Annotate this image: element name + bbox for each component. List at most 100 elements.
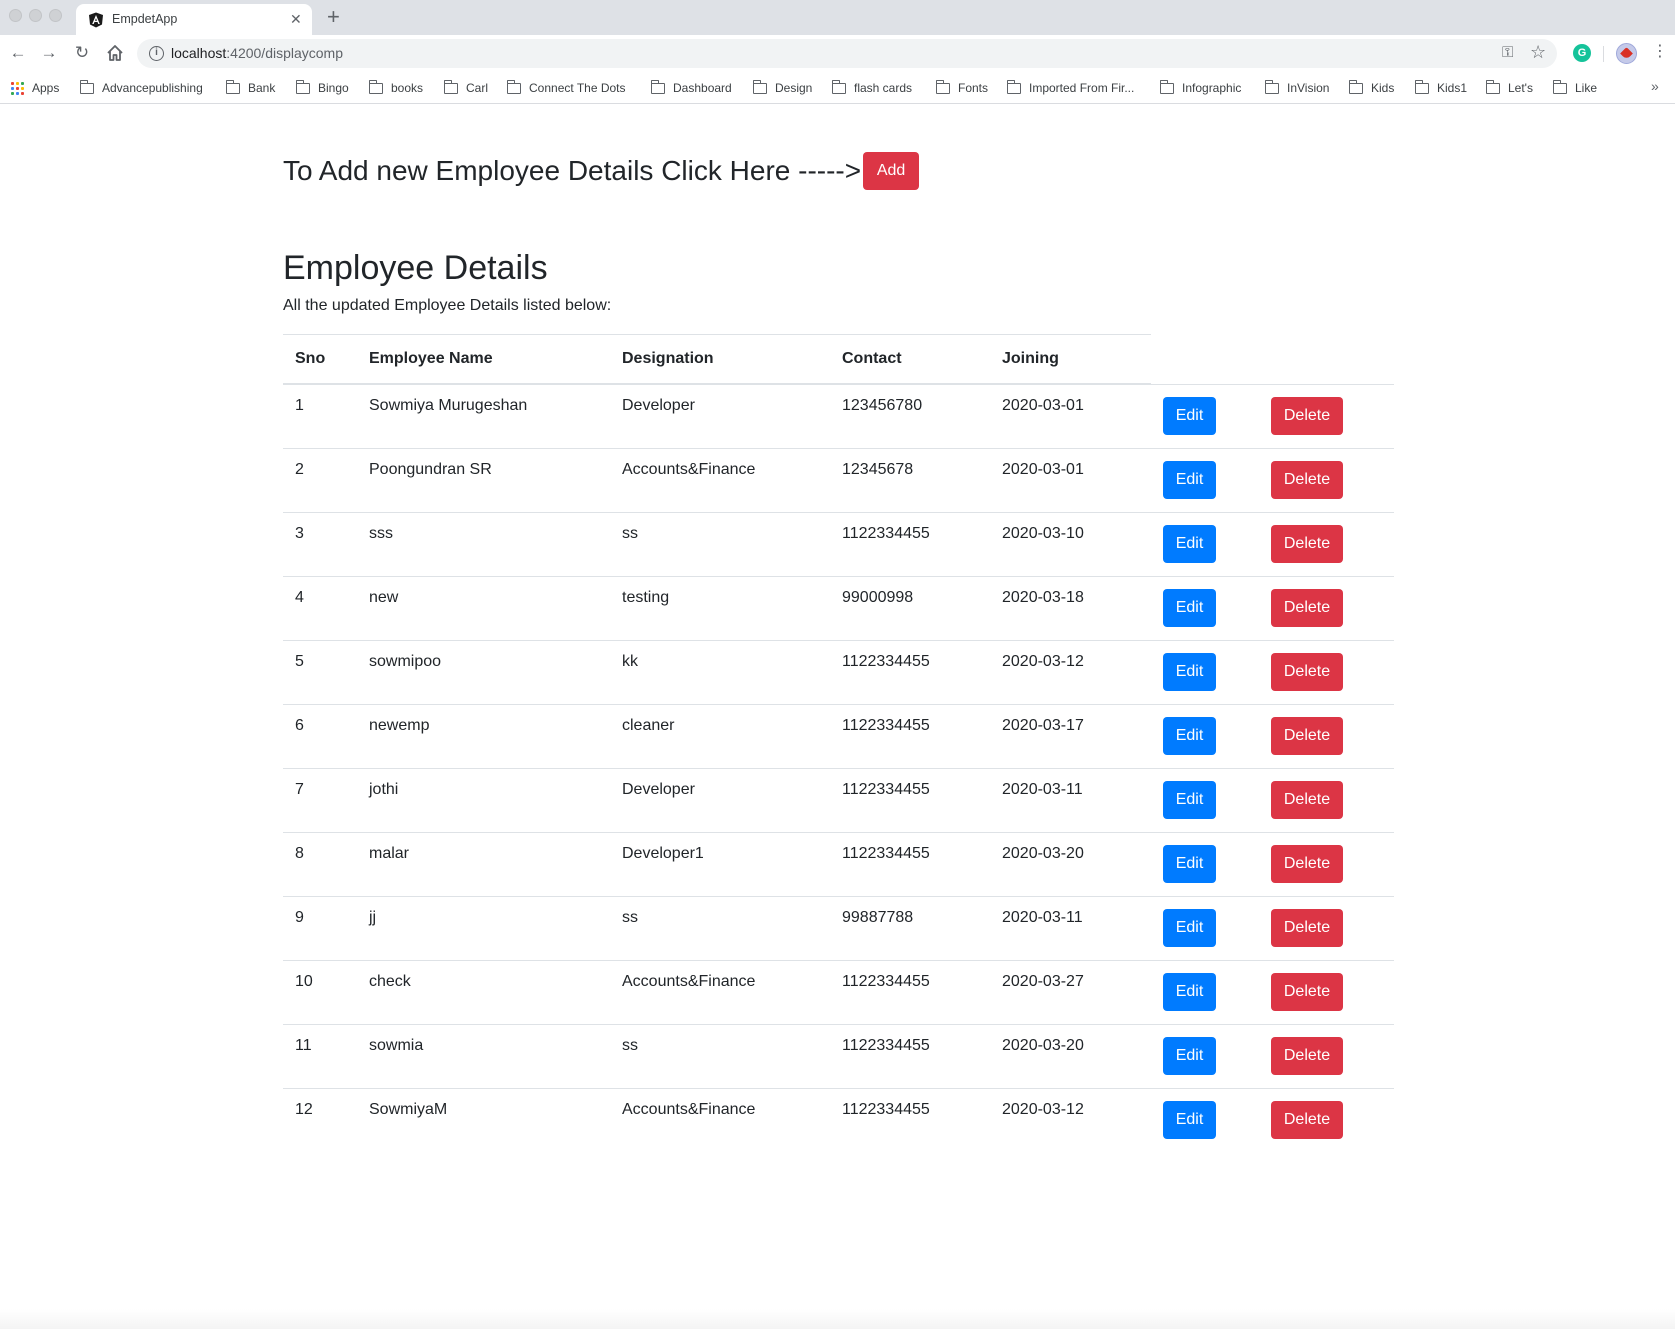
cell-delete: Delete	[1259, 768, 1394, 833]
browser-menu-icon[interactable]: ⋮	[1652, 42, 1668, 62]
edit-button[interactable]: Edit	[1163, 461, 1216, 499]
forward-icon[interactable]: →	[39, 43, 59, 63]
cell-contact: 99887788	[830, 896, 990, 961]
delete-button[interactable]: Delete	[1271, 845, 1343, 883]
bookmark-folder[interactable]: Carl	[443, 78, 488, 98]
delete-button[interactable]: Delete	[1271, 1037, 1343, 1075]
cell-contact: 1122334455	[830, 1024, 990, 1089]
edit-button[interactable]: Edit	[1163, 1101, 1216, 1140]
angular-logo-icon	[89, 12, 103, 28]
column-header-contact: Contact	[830, 335, 990, 385]
browser-tab[interactable]: EmpdetApp ✕	[76, 4, 312, 36]
delete-button[interactable]: Delete	[1271, 909, 1343, 947]
edit-button[interactable]: Edit	[1163, 845, 1216, 883]
profile-avatar[interactable]	[1616, 43, 1637, 64]
back-icon[interactable]: ←	[8, 43, 28, 63]
edit-button[interactable]: Edit	[1163, 397, 1216, 435]
cell-edit: Edit	[1151, 384, 1259, 449]
column-header-sno: Sno	[283, 335, 357, 385]
bookmark-apps[interactable]: Apps	[11, 78, 59, 98]
edit-button[interactable]: Edit	[1163, 653, 1216, 691]
table-row: 1 Sowmiya Murugeshan Developer 123456780…	[283, 384, 1394, 449]
add-employee-button[interactable]: Add	[863, 152, 920, 190]
cell-contact: 1122334455	[830, 640, 990, 705]
bookmark-folder[interactable]: Like	[1552, 78, 1597, 98]
edit-button[interactable]: Edit	[1163, 1037, 1216, 1075]
cell-delete: Delete	[1259, 960, 1394, 1025]
bookmark-folder[interactable]: Imported From Fir...	[1006, 78, 1134, 98]
bookmark-label: Bingo	[318, 81, 349, 95]
cell-sno: 5	[283, 640, 357, 705]
bookmark-folder[interactable]: Kids1	[1414, 78, 1468, 98]
cell-edit: Edit	[1151, 768, 1259, 833]
cell-joining: 2020-03-12	[1002, 1100, 1084, 1118]
cell-edit: Edit	[1151, 960, 1259, 1025]
bookmark-folder[interactable]: Kids	[1348, 78, 1394, 98]
bookmark-folder[interactable]: Design	[752, 78, 812, 98]
bookmark-folder[interactable]: Advancepublishing	[79, 78, 203, 98]
edit-button[interactable]: Edit	[1163, 589, 1216, 627]
edit-button[interactable]: Edit	[1163, 525, 1216, 563]
delete-button[interactable]: Delete	[1271, 589, 1343, 627]
window-close-icon[interactable]	[9, 9, 22, 22]
table-row: 8 malar Developer1 1122334455 2020-03-20…	[283, 832, 1394, 897]
cell-edit: Edit	[1151, 512, 1259, 577]
bookmark-folder[interactable]: flash cards	[831, 78, 912, 98]
site-info-icon[interactable]: i	[149, 46, 164, 61]
bookmark-label: Kids1	[1437, 81, 1468, 95]
more-bookmarks-icon[interactable]: »	[1651, 78, 1659, 94]
delete-button[interactable]: Delete	[1271, 461, 1343, 499]
key-icon[interactable]: ⚿	[1502, 44, 1513, 61]
cell-joining: 2020-03-18	[990, 576, 1151, 641]
cell-employee-name: Poongundran SR	[357, 448, 610, 513]
cell-edit: Edit	[1151, 640, 1259, 705]
bookmark-folder[interactable]: Fonts	[935, 78, 988, 98]
delete-button[interactable]: Delete	[1271, 973, 1343, 1011]
bookmark-folder[interactable]: books	[368, 78, 423, 98]
bookmark-folder[interactable]: Bank	[225, 78, 275, 98]
delete-button[interactable]: Delete	[1271, 653, 1343, 691]
folder-icon	[752, 79, 767, 94]
bookmark-folder[interactable]: Let's	[1485, 78, 1533, 98]
cell-designation: ss	[610, 1024, 830, 1089]
edit-button[interactable]: Edit	[1163, 717, 1216, 755]
grammarly-extension-icon[interactable]: G	[1573, 44, 1591, 62]
folder-icon	[225, 79, 240, 94]
bookmark-label: InVision	[1287, 81, 1330, 95]
window-minimize-icon[interactable]	[29, 9, 42, 22]
edit-button[interactable]: Edit	[1163, 909, 1216, 947]
delete-button[interactable]: Delete	[1271, 397, 1343, 435]
reload-icon[interactable]: ↻	[72, 43, 92, 63]
window-maximize-icon[interactable]	[49, 9, 62, 22]
cell-employee-name: sowmipoo	[357, 640, 610, 705]
folder-icon	[443, 79, 458, 94]
bookmark-folder[interactable]: Dashboard	[650, 78, 732, 98]
delete-button[interactable]: Delete	[1271, 1101, 1343, 1140]
delete-button[interactable]: Delete	[1271, 781, 1343, 819]
url-text[interactable]: localhost:4200/displaycomp	[171, 45, 343, 61]
address-bar[interactable]: i localhost:4200/displaycomp ⚿ ☆	[137, 39, 1557, 68]
browser-tab-strip: EmpdetApp ✕ +	[0, 0, 1675, 36]
cell-edit: Edit	[1151, 1024, 1259, 1089]
bookmark-folder[interactable]: Infographic	[1159, 78, 1241, 98]
tab-close-icon[interactable]: ✕	[290, 11, 302, 27]
cell-joining: 2020-03-20	[990, 832, 1151, 897]
delete-button[interactable]: Delete	[1271, 525, 1343, 563]
cell-designation: Developer	[610, 768, 830, 833]
column-header-designation: Designation	[610, 335, 830, 385]
apps-grid-icon	[11, 81, 24, 95]
home-icon[interactable]	[105, 43, 125, 63]
cell-joining: 2020-03-12	[990, 640, 1151, 705]
new-tab-button[interactable]: +	[327, 4, 340, 30]
cell-employee-name: SowmiyaM	[369, 1100, 448, 1118]
bookmark-folder[interactable]: Bingo	[295, 78, 349, 98]
cell-employee-name: sss	[357, 512, 610, 577]
cell-delete: Delete	[1259, 448, 1394, 513]
delete-button[interactable]: Delete	[1271, 717, 1343, 755]
cell-contact: 1122334455	[830, 768, 990, 833]
edit-button[interactable]: Edit	[1163, 781, 1216, 819]
edit-button[interactable]: Edit	[1163, 973, 1216, 1011]
bookmark-star-icon[interactable]: ☆	[1530, 42, 1546, 63]
bookmark-folder[interactable]: Connect The Dots	[506, 78, 626, 98]
bookmark-folder[interactable]: InVision	[1264, 78, 1330, 98]
